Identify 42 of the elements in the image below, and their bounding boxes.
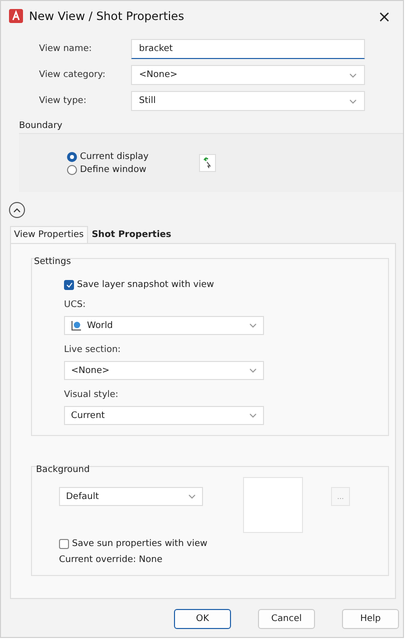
group-title: Boundary [18,121,64,131]
chevron-down-icon [249,323,257,328]
dropdown-field[interactable]: <None> [64,361,264,380]
close-button[interactable]: × [374,6,395,26]
window-title: New View / Shot Properties [29,9,186,23]
group-title: Settings [34,257,72,267]
check-icon [66,282,72,288]
field-label: Live section: [64,345,122,355]
dialog-button[interactable]: Help [342,609,399,629]
chevron-down-icon [349,72,357,78]
dialog-button[interactable]: OK [174,609,231,629]
chevron-down-icon [249,413,257,418]
chevron-down-icon [349,98,357,104]
field-label: UCS: [64,300,87,310]
dropdown-field[interactable]: Default [59,487,203,506]
snapshot-checkbox[interactable]: Save layer snapshot with view [64,280,388,290]
override-text: Current override: None [59,555,164,565]
app-logo-icon [9,9,23,23]
field-label: Visual style: [64,390,120,400]
group-title: Background [36,465,91,475]
dialog-button[interactable]: Cancel [258,609,315,629]
tab[interactable]: View Properties [10,226,88,243]
dropdown-field[interactable]: <None> [131,65,365,85]
pick-arrow-icon [203,157,212,169]
pick-button[interactable] [199,154,216,172]
radio-option[interactable]: Current display [67,152,167,162]
dropdown-field[interactable]: Current [64,406,264,425]
chevron-up-icon [13,208,21,212]
chevron-down-icon [249,368,257,373]
field-label: View name: [39,44,93,54]
radio-option[interactable]: Define window [67,164,167,174]
sun-checkbox[interactable]: Save sun properties with view [59,539,388,549]
tab[interactable]: Shot Properties [88,226,176,243]
ucs-globe-icon [71,320,82,331]
field-label: View category: [39,70,106,80]
dropdown-field[interactable]: Still [131,91,365,111]
field-label: View type: [39,96,88,106]
dropdown-field[interactable]: World [64,316,264,335]
background-preview [243,477,303,533]
chevron-down-icon [188,494,196,499]
view-name-field[interactable]: bracket [131,39,365,59]
collapse-button[interactable] [9,202,25,218]
